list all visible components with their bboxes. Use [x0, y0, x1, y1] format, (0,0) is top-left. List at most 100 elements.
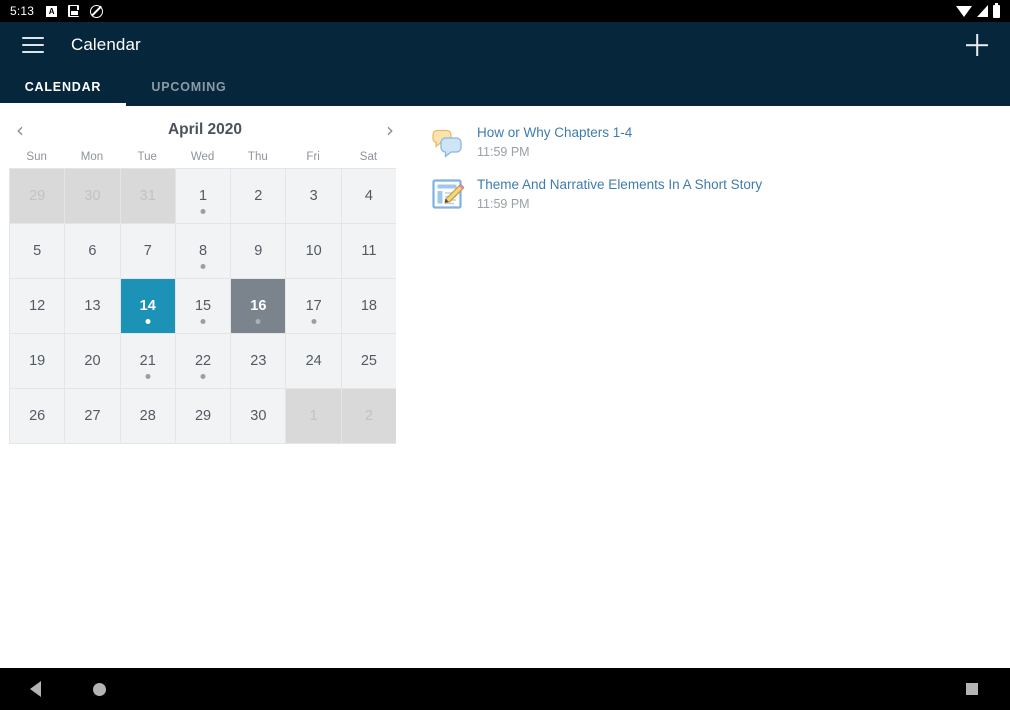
weekday-label: Thu [247, 151, 268, 163]
calendar-day-cell[interactable]: 4 [340, 168, 397, 223]
calendar-day-cell[interactable]: 22 [174, 333, 231, 388]
weekday-label: Wed [190, 151, 215, 163]
calendar-day-cell[interactable]: 20 [64, 333, 120, 388]
calendar-day-cell[interactable]: 30 [64, 168, 120, 223]
event-list-item[interactable]: Theme And Narrative Elements In A Short … [418, 168, 1010, 220]
calendar-day-cell[interactable]: 17 [285, 278, 341, 333]
calendar-day-cell[interactable]: 27 [64, 388, 120, 443]
home-circle-icon[interactable] [93, 682, 106, 696]
calendar-day-number: 8 [199, 243, 208, 259]
event-indicator-dot [145, 319, 151, 324]
tab-bar: CALENDAR UPCOMING [0, 68, 1010, 106]
calendar-day-number: 26 [29, 408, 46, 424]
calendar-day-cell[interactable]: 7 [119, 223, 175, 278]
wifi-icon [956, 5, 972, 17]
weekday-label: Sat [359, 151, 378, 163]
next-month-button[interactable]: › [378, 120, 402, 140]
android-nav-bar [0, 668, 1010, 710]
calendar-day-cell[interactable]: 12 [9, 278, 65, 333]
calendar-day-number: 30 [250, 408, 267, 424]
event-list-item[interactable]: How or Why Chapters 1-4 11:59 PM [418, 116, 1010, 168]
calendar-day-number: 28 [139, 408, 156, 424]
app-bar-top-row: Calendar [0, 22, 1010, 68]
calendar-day-number: 6 [88, 243, 97, 259]
calendar-day-cell[interactable]: 6 [64, 223, 120, 278]
calendar-day-cell[interactable]: 1 [174, 168, 231, 223]
hamburger-menu-icon[interactable] [22, 37, 44, 53]
calendar-day-cell[interactable]: 26 [9, 388, 65, 443]
alarm-icon: A [46, 5, 58, 17]
calendar-day-cell[interactable]: 9 [230, 223, 286, 278]
calendar-day-number: 10 [305, 243, 322, 259]
calendar-day-number: 18 [360, 298, 377, 314]
calendar-day-cell[interactable]: 24 [285, 333, 341, 388]
calendar-day-cell[interactable]: 30 [230, 388, 286, 443]
calendar-day-cell[interactable]: 13 [64, 278, 120, 333]
calendar-day-cell[interactable]: 8 [174, 223, 231, 278]
calendar-day-cell[interactable]: 11 [340, 223, 397, 278]
event-time: 11:59 PM [477, 197, 530, 211]
calendar-day-number: 21 [139, 353, 156, 369]
calendar-day-number: 19 [29, 353, 46, 369]
event-indicator-dot [255, 319, 261, 324]
status-left-icons: A [46, 4, 104, 18]
calendar-day-number: 30 [84, 188, 101, 204]
weekday-label: Fri [306, 151, 320, 163]
calendar-day-number: 11 [361, 243, 377, 259]
event-title[interactable]: Theme And Narrative Elements In A Short … [477, 176, 762, 194]
discussion-bubbles-icon [430, 125, 464, 159]
calendar-day-number: 4 [364, 188, 373, 204]
calendar-day-cell[interactable]: 14 [119, 278, 175, 333]
calendar-day-cell[interactable]: 16 [230, 278, 286, 333]
calendar-day-number: 1 [309, 408, 318, 424]
calendar-day-cell[interactable]: 21 [119, 333, 175, 388]
calendar-day-cell[interactable]: 5 [9, 223, 65, 278]
calendar-day-cell[interactable]: 28 [119, 388, 175, 443]
plus-icon[interactable] [960, 28, 994, 62]
calendar-day-number: 12 [29, 298, 46, 314]
event-title[interactable]: How or Why Chapters 1-4 [477, 124, 632, 142]
calendar-day-cell[interactable]: 25 [340, 333, 397, 388]
calendar-day-number: 15 [194, 298, 212, 314]
calendar-day-cell[interactable]: 3 [285, 168, 341, 223]
calendar-day-cell[interactable]: 18 [340, 278, 397, 333]
calendar-day-number: 13 [84, 298, 101, 314]
calendar-day-cell[interactable]: 10 [285, 223, 341, 278]
event-indicator-dot [200, 374, 206, 379]
app-bar: Calendar CALENDAR UPCOMING [0, 22, 1010, 106]
tab-calendar[interactable]: CALENDAR [0, 68, 126, 106]
event-time: 11:59 PM [477, 145, 530, 159]
prev-month-button[interactable]: ‹ [8, 120, 32, 140]
back-triangle-icon[interactable] [30, 681, 41, 697]
status-bar: 5:13 A [0, 0, 1010, 22]
calendar-day-cell[interactable]: 31 [119, 168, 175, 223]
weekday-label: Mon [80, 151, 104, 163]
calendar-month-label: April 2020 [167, 121, 243, 138]
calendar-day-cell[interactable]: 1 [285, 388, 341, 443]
calendar-day-cell[interactable]: 29 [9, 168, 65, 223]
weekday-label: Sun [26, 151, 47, 163]
calendar-day-cell[interactable]: 29 [174, 388, 231, 443]
calendar-day-number: 3 [309, 188, 318, 204]
calendar-day-cell[interactable]: 19 [9, 333, 65, 388]
calendar-day-cell[interactable]: 15 [174, 278, 231, 333]
cell-signal-icon [977, 5, 988, 17]
do-not-disturb-icon [90, 4, 104, 18]
calendar-day-number: 9 [254, 243, 263, 259]
calendar-day-number: 22 [194, 353, 212, 369]
calendar-pane: ‹ April 2020 › Sun Mon Tue Wed Thu Fri S… [0, 106, 410, 668]
event-list: How or Why Chapters 1-4 11:59 PM Theme And… [410, 106, 1010, 668]
recents-square-icon[interactable] [966, 683, 978, 695]
event-indicator-dot [200, 319, 206, 324]
calendar-day-cell[interactable]: 2 [230, 168, 286, 223]
page-title: Calendar [71, 35, 141, 54]
calendar-day-number: 17 [305, 298, 322, 314]
tab-upcoming[interactable]: UPCOMING [126, 68, 252, 106]
calendar-day-number: 20 [84, 353, 101, 369]
event-indicator-dot [311, 319, 317, 324]
calendar-day-number: 27 [84, 408, 101, 424]
event-indicator-dot [200, 209, 206, 214]
calendar-day-number: 23 [250, 353, 267, 369]
calendar-day-cell[interactable]: 23 [230, 333, 286, 388]
calendar-day-cell[interactable]: 2 [340, 388, 397, 443]
